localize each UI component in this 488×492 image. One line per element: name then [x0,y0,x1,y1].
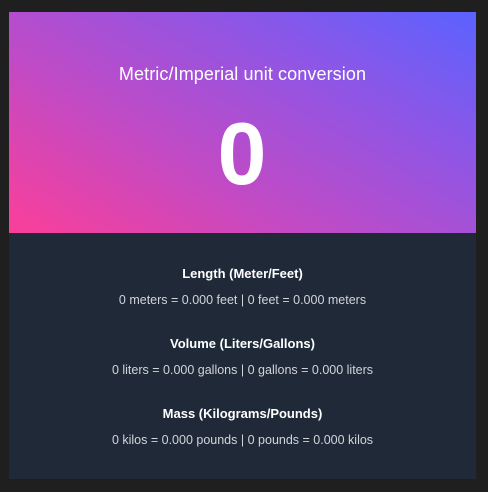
length-imperial-result: 0 feet = 0.000 meters [247,293,367,307]
mass-imperial-result: 0 pounds = 0.000 kilos [247,433,374,447]
mass-result: 0 kilos = 0.000 pounds | 0 pounds = 0.00… [9,432,476,448]
volume-section: Volume (Liters/Gallons) 0 liters = 0.000… [9,336,476,378]
length-result: 0 meters = 0.000 feet | 0 feet = 0.000 m… [9,292,476,308]
volume-title: Volume (Liters/Gallons) [170,336,315,351]
mass-section: Mass (Kilograms/Pounds) 0 kilos = 0.000 … [9,406,476,448]
hero-banner: Metric/Imperial unit conversion [9,12,476,233]
length-separator: | [240,293,245,307]
length-metric-result: 0 meters = 0.000 feet [118,293,238,307]
value-input[interactable] [142,104,342,204]
volume-result: 0 liters = 0.000 gallons | 0 gallons = 0… [9,362,476,378]
page-title: Metric/Imperial unit conversion [118,64,367,84]
volume-imperial-result: 0 gallons = 0.000 liters [247,363,374,377]
converter-card: Metric/Imperial unit conversion Length (… [9,12,476,479]
mass-metric-result: 0 kilos = 0.000 pounds [111,433,238,447]
length-section: Length (Meter/Feet) 0 meters = 0.000 fee… [9,266,476,308]
mass-separator: | [240,433,245,447]
mass-title: Mass (Kilograms/Pounds) [162,406,323,421]
volume-metric-result: 0 liters = 0.000 gallons [111,363,238,377]
length-title: Length (Meter/Feet) [182,266,303,281]
volume-separator: | [240,363,245,377]
